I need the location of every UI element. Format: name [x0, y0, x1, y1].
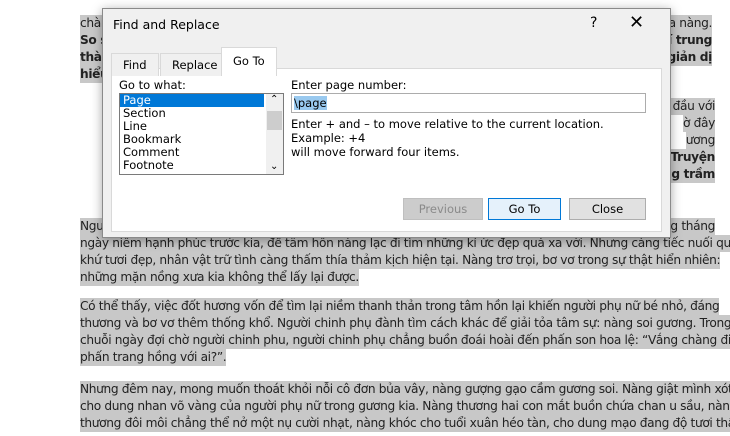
hint-line: will move forward four items.: [291, 145, 460, 159]
document-line: phấn trang hồng với ai?”.: [80, 349, 227, 366]
document-line: chuỗi ngày đợi chờ người chinh phu, ngườ…: [80, 332, 730, 349]
document-line: Ngư: [80, 218, 104, 235]
document-line: Có thể thấy, việc đốt hương vốn để tìm l…: [80, 298, 720, 315]
document-line: í trung: [668, 32, 712, 49]
goto-button[interactable]: Go To: [488, 198, 561, 220]
find-replace-dialog: Find and Replace ? ✕ Go to what: Page Se…: [102, 8, 671, 238]
close-button[interactable]: Close: [569, 198, 646, 220]
enter-page-number-label: Enter page number:: [291, 78, 407, 92]
tab-replace[interactable]: Replace: [160, 53, 230, 76]
scrollbar[interactable]: ⌃ ⌄: [266, 94, 283, 174]
hint-text: Enter + and – to move relative to the cu…: [291, 117, 661, 159]
previous-button[interactable]: Previous: [403, 198, 483, 220]
document-line: cho dung nhan võ vàng của người phụ nữ t…: [80, 398, 730, 415]
list-item[interactable]: Footnote: [120, 159, 264, 172]
input-value: \page: [294, 96, 327, 110]
go-to-what-label: Go to what:: [119, 78, 186, 92]
goto-panel: Go to what: Page Section Line Bookmark C…: [111, 68, 662, 232]
hint-line: Enter + and – to move relative to the cu…: [291, 117, 604, 145]
document-line: Nhưng đêm nay, mong muốn thoát khỏi nỗi …: [80, 381, 730, 398]
scroll-up-icon[interactable]: ⌃: [270, 94, 278, 105]
document-line: ờ đây: [683, 115, 715, 132]
scroll-down-icon[interactable]: ⌄: [270, 161, 278, 172]
tab-goto[interactable]: Go To: [221, 47, 277, 76]
go-to-what-list[interactable]: Page Section Line Bookmark Comment Footn…: [119, 93, 284, 175]
document-line: khứ tươi đẹp, nhân vật trữ tình càng thấ…: [80, 252, 721, 269]
document-line: thương và bơ vơ thêm thống khổ. Người ch…: [80, 315, 730, 332]
document-line: Truyện: [670, 149, 715, 166]
tab-find[interactable]: Find: [111, 53, 159, 76]
scrollbar-thumb[interactable]: [267, 111, 282, 130]
close-icon[interactable]: ✕: [629, 12, 644, 33]
page-number-input[interactable]: \page: [291, 93, 646, 113]
document-line: thương đôi môi chẳng thể nở một nụ cười …: [80, 415, 730, 432]
document-line: những mặn nồng xưa kia không thể lấy lại…: [80, 269, 359, 286]
dialog-title: Find and Replace: [113, 17, 220, 32]
help-button[interactable]: ?: [590, 15, 597, 31]
document-line: ương: [685, 132, 715, 149]
